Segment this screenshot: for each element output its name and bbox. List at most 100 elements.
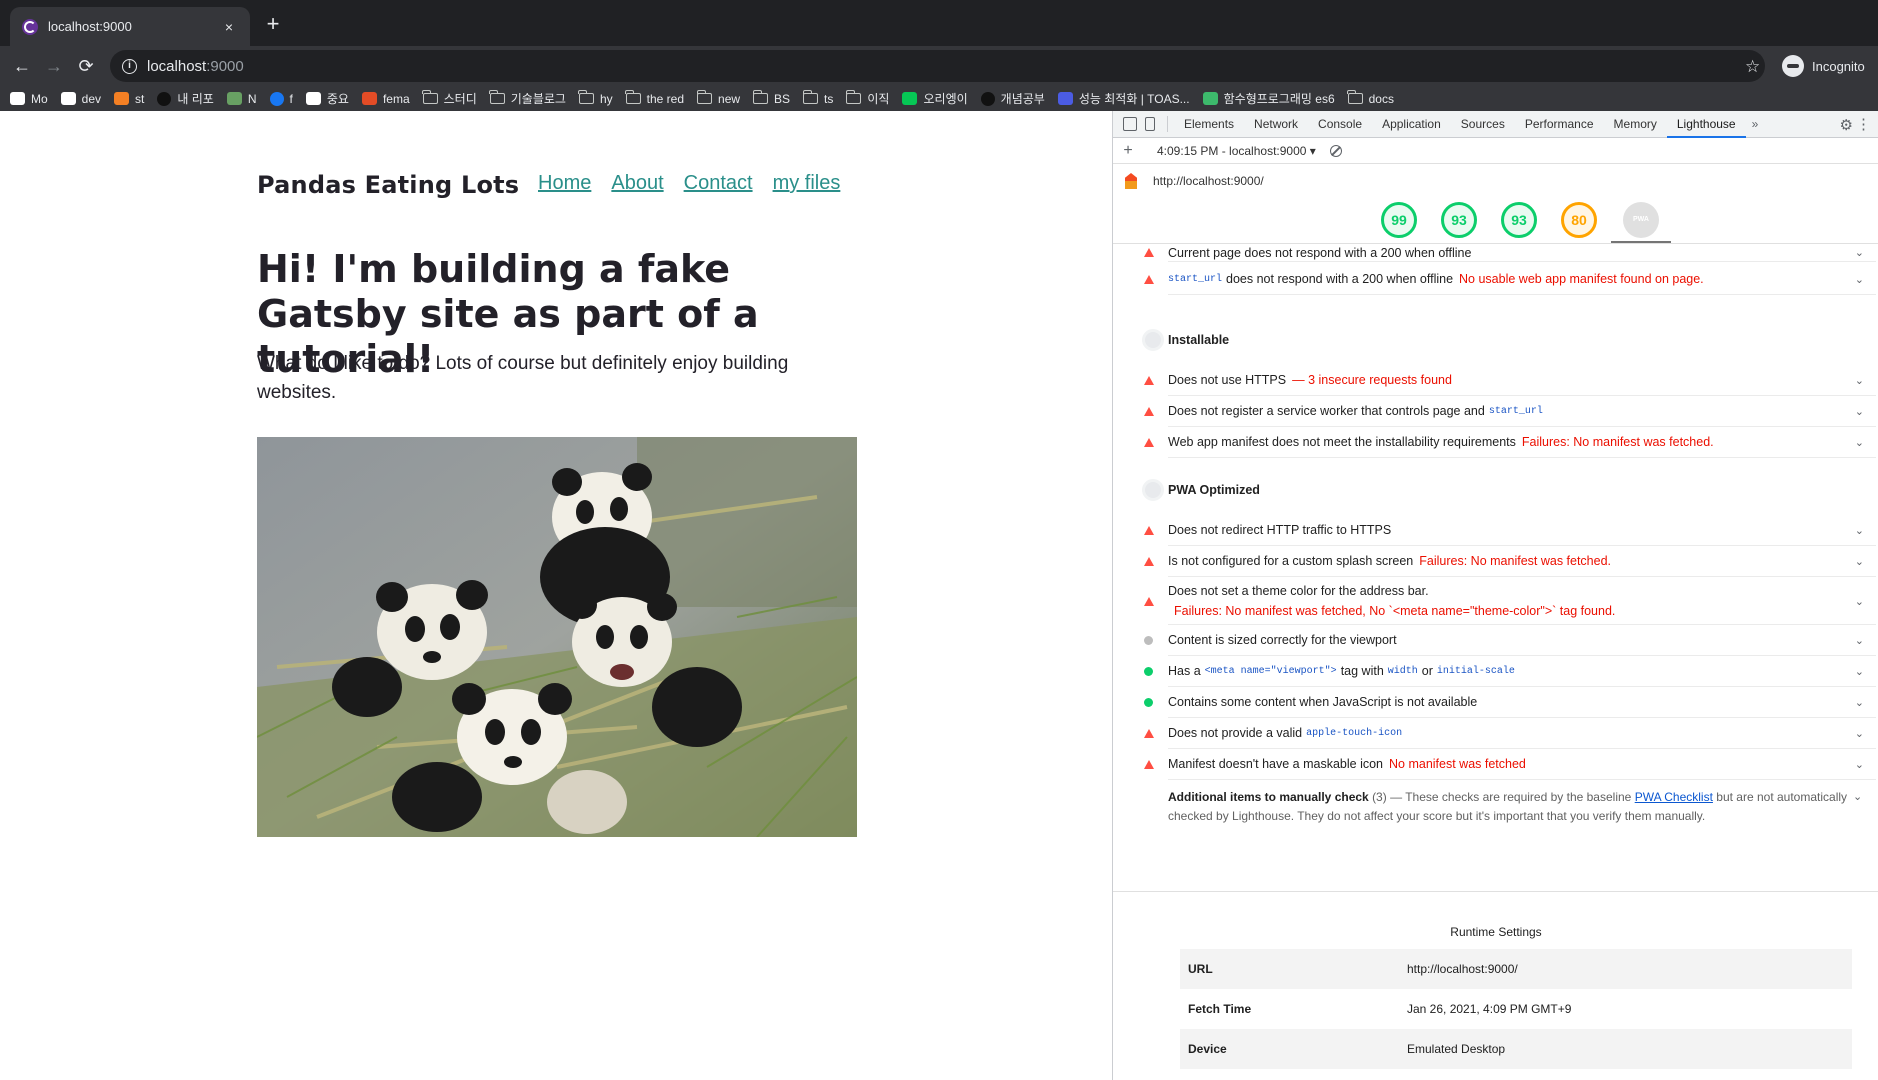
gauge-seo[interactable]: 80 bbox=[1561, 202, 1597, 238]
bookmark-label: docs bbox=[1368, 91, 1394, 106]
bookmark-item[interactable]: new bbox=[696, 90, 740, 106]
audit-row[interactable]: Does not set a theme color for the addre… bbox=[1144, 577, 1876, 625]
audit-row[interactable]: Web app manifest does not meet the insta… bbox=[1144, 427, 1876, 458]
tab-console[interactable]: Console bbox=[1308, 111, 1372, 138]
chevron-down-icon[interactable]: ⌄ bbox=[1855, 555, 1864, 568]
audit-code: <meta name="viewport"> bbox=[1204, 665, 1337, 677]
bookmark-item[interactable]: ts bbox=[802, 90, 834, 106]
tab-performance[interactable]: Performance bbox=[1515, 111, 1604, 138]
bookmark-label: Mo bbox=[31, 91, 48, 106]
chevron-down-icon[interactable]: ⌄ bbox=[1855, 436, 1864, 449]
audit-error: — 3 insecure requests found bbox=[1292, 373, 1452, 387]
toast-icon bbox=[1057, 92, 1073, 105]
bookmark-item[interactable]: 중요 bbox=[305, 90, 349, 107]
tab-application[interactable]: Application bbox=[1372, 111, 1451, 138]
nav-link-about[interactable]: About bbox=[611, 172, 663, 195]
bookmark-item[interactable]: 성능 최적화 | TOAS... bbox=[1057, 90, 1190, 107]
browser-toolbar: ← → ⟳ i localhost:9000 ☆ Incognito bbox=[0, 46, 1878, 86]
manual-text: These checks are required by the baselin… bbox=[1405, 790, 1632, 804]
device-toolbar-icon[interactable] bbox=[1145, 117, 1155, 131]
new-report-icon[interactable]: + bbox=[1113, 142, 1143, 160]
report-selector[interactable]: 4:09:15 PM - localhost:9000 ▾ bbox=[1157, 144, 1316, 158]
tab-network[interactable]: Network bbox=[1244, 111, 1308, 138]
chevron-down-icon[interactable]: ⌄ bbox=[1855, 273, 1864, 286]
bookmark-item[interactable]: 내 리포 bbox=[157, 90, 214, 107]
bookmark-item[interactable]: 기술블로그 bbox=[489, 90, 566, 107]
audit-row[interactable]: Does not redirect HTTP traffic to HTTPS … bbox=[1144, 515, 1876, 546]
audit-row[interactable]: Does not provide a valid apple-touch-ico… bbox=[1144, 718, 1876, 749]
site-info-icon[interactable]: i bbox=[122, 58, 137, 74]
bookmark-item[interactable]: 이직 bbox=[845, 90, 889, 107]
tab-close-icon[interactable]: × bbox=[220, 19, 238, 35]
chevron-down-icon[interactable]: ⌄ bbox=[1855, 374, 1864, 387]
bookmark-item[interactable]: dev bbox=[60, 92, 101, 106]
audit-row[interactable]: Current page does not respond with a 200… bbox=[1144, 244, 1876, 262]
reload-icon[interactable]: ⟳ bbox=[74, 54, 98, 78]
bookmark-item[interactable]: fema bbox=[361, 92, 410, 106]
address-bar[interactable]: i localhost:9000 bbox=[110, 50, 1765, 82]
gauge-performance[interactable]: 99 bbox=[1381, 202, 1417, 238]
gauge-pwa[interactable]: PWA bbox=[1623, 202, 1659, 238]
inspect-element-icon[interactable] bbox=[1123, 117, 1137, 131]
audit-row[interactable]: Contains some content when JavaScript is… bbox=[1144, 687, 1876, 718]
gauge-best-practices[interactable]: 93 bbox=[1501, 202, 1537, 238]
chevron-down-icon[interactable]: ⌄ bbox=[1855, 524, 1864, 537]
audit-text: or bbox=[1421, 664, 1433, 678]
pwa-checklist-link[interactable]: PWA Checklist bbox=[1635, 790, 1713, 804]
chevron-down-icon[interactable]: ⌄ bbox=[1855, 665, 1864, 678]
kebab-menu-icon[interactable]: ⋮ bbox=[1856, 115, 1871, 133]
bookmark-item[interactable]: Mo bbox=[10, 92, 48, 106]
audit-row[interactable]: Does not register a service worker that … bbox=[1144, 396, 1876, 427]
tab-lighthouse[interactable]: Lighthouse bbox=[1666, 111, 1746, 138]
forward-arrow-icon[interactable]: → bbox=[42, 54, 66, 78]
audit-row[interactable]: Has a <meta name="viewport"> tag with wi… bbox=[1144, 656, 1876, 687]
chevron-down-icon[interactable]: ⌄ bbox=[1853, 790, 1862, 803]
clear-icon[interactable] bbox=[1329, 144, 1342, 157]
bookmark-item[interactable]: docs bbox=[1347, 90, 1394, 106]
profile-button[interactable]: Incognito bbox=[1782, 55, 1865, 77]
nav-link-contact[interactable]: Contact bbox=[684, 172, 753, 195]
bookmark-item[interactable]: 함수형프로그래밍 es6 bbox=[1202, 90, 1335, 107]
chevron-down-icon[interactable]: ⌄ bbox=[1855, 758, 1864, 771]
audit-row[interactable]: start_url does not respond with a 200 wh… bbox=[1144, 264, 1876, 295]
chevron-down-icon[interactable]: ⌄ bbox=[1855, 727, 1864, 740]
bookmark-item[interactable]: 개념공부 bbox=[980, 90, 1045, 107]
new-tab-button[interactable]: + bbox=[262, 13, 284, 35]
bookmark-item[interactable]: N bbox=[226, 92, 257, 106]
fail-triangle-icon bbox=[1144, 556, 1154, 566]
bookmark-label: ts bbox=[824, 91, 834, 106]
bookmark-item[interactable]: the red bbox=[625, 90, 684, 106]
audit-row[interactable]: Is not configured for a custom splash sc… bbox=[1144, 546, 1876, 577]
back-arrow-icon[interactable]: ← bbox=[10, 54, 34, 78]
bookmark-star-icon[interactable]: ☆ bbox=[1745, 57, 1760, 77]
audit-row[interactable]: Does not use HTTPS — 3 insecure requests… bbox=[1144, 365, 1876, 396]
audit-row[interactable]: Content is sized correctly for the viewp… bbox=[1144, 625, 1876, 656]
bookmark-item[interactable]: 스터디 bbox=[422, 90, 477, 107]
chevron-down-icon[interactable]: ⌄ bbox=[1855, 634, 1864, 647]
chevron-down-icon[interactable]: ⌄ bbox=[1855, 595, 1864, 608]
bookmark-item[interactable]: st bbox=[114, 92, 144, 106]
nav-link-my-files[interactable]: my files bbox=[773, 172, 841, 195]
gauge-accessibility[interactable]: 93 bbox=[1441, 202, 1477, 238]
divider bbox=[1167, 116, 1168, 132]
bookmark-item[interactable]: hy bbox=[578, 90, 613, 106]
chevron-down-icon[interactable]: ⌄ bbox=[1855, 405, 1864, 418]
bookmark-item[interactable]: f bbox=[269, 91, 293, 106]
nav-link-home[interactable]: Home bbox=[538, 172, 591, 195]
tab-sources[interactable]: Sources bbox=[1451, 111, 1515, 138]
site-nav: Home About Contact my files bbox=[538, 172, 840, 195]
chevron-down-icon[interactable]: ⌄ bbox=[1855, 696, 1864, 709]
settings-gear-icon[interactable]: ⚙ bbox=[1840, 116, 1853, 134]
browser-tab[interactable]: localhost:9000 × bbox=[10, 7, 250, 46]
bookmark-item[interactable]: 오리엥이 bbox=[902, 90, 968, 107]
chevron-down-icon[interactable]: ⌄ bbox=[1855, 246, 1864, 259]
bookmark-label: 내 리포 bbox=[177, 92, 214, 106]
url-port: :9000 bbox=[206, 57, 244, 75]
fail-triangle-icon bbox=[1144, 274, 1154, 284]
audit-row[interactable]: Manifest doesn't have a maskable icon No… bbox=[1144, 749, 1876, 780]
tab-memory[interactable]: Memory bbox=[1604, 111, 1667, 138]
runtime-settings: Runtime Settings URL http://localhost:90… bbox=[1113, 891, 1878, 1069]
bookmark-item[interactable]: BS bbox=[752, 90, 790, 106]
more-tabs-icon[interactable]: » bbox=[1746, 117, 1765, 131]
tab-elements[interactable]: Elements bbox=[1174, 111, 1244, 138]
